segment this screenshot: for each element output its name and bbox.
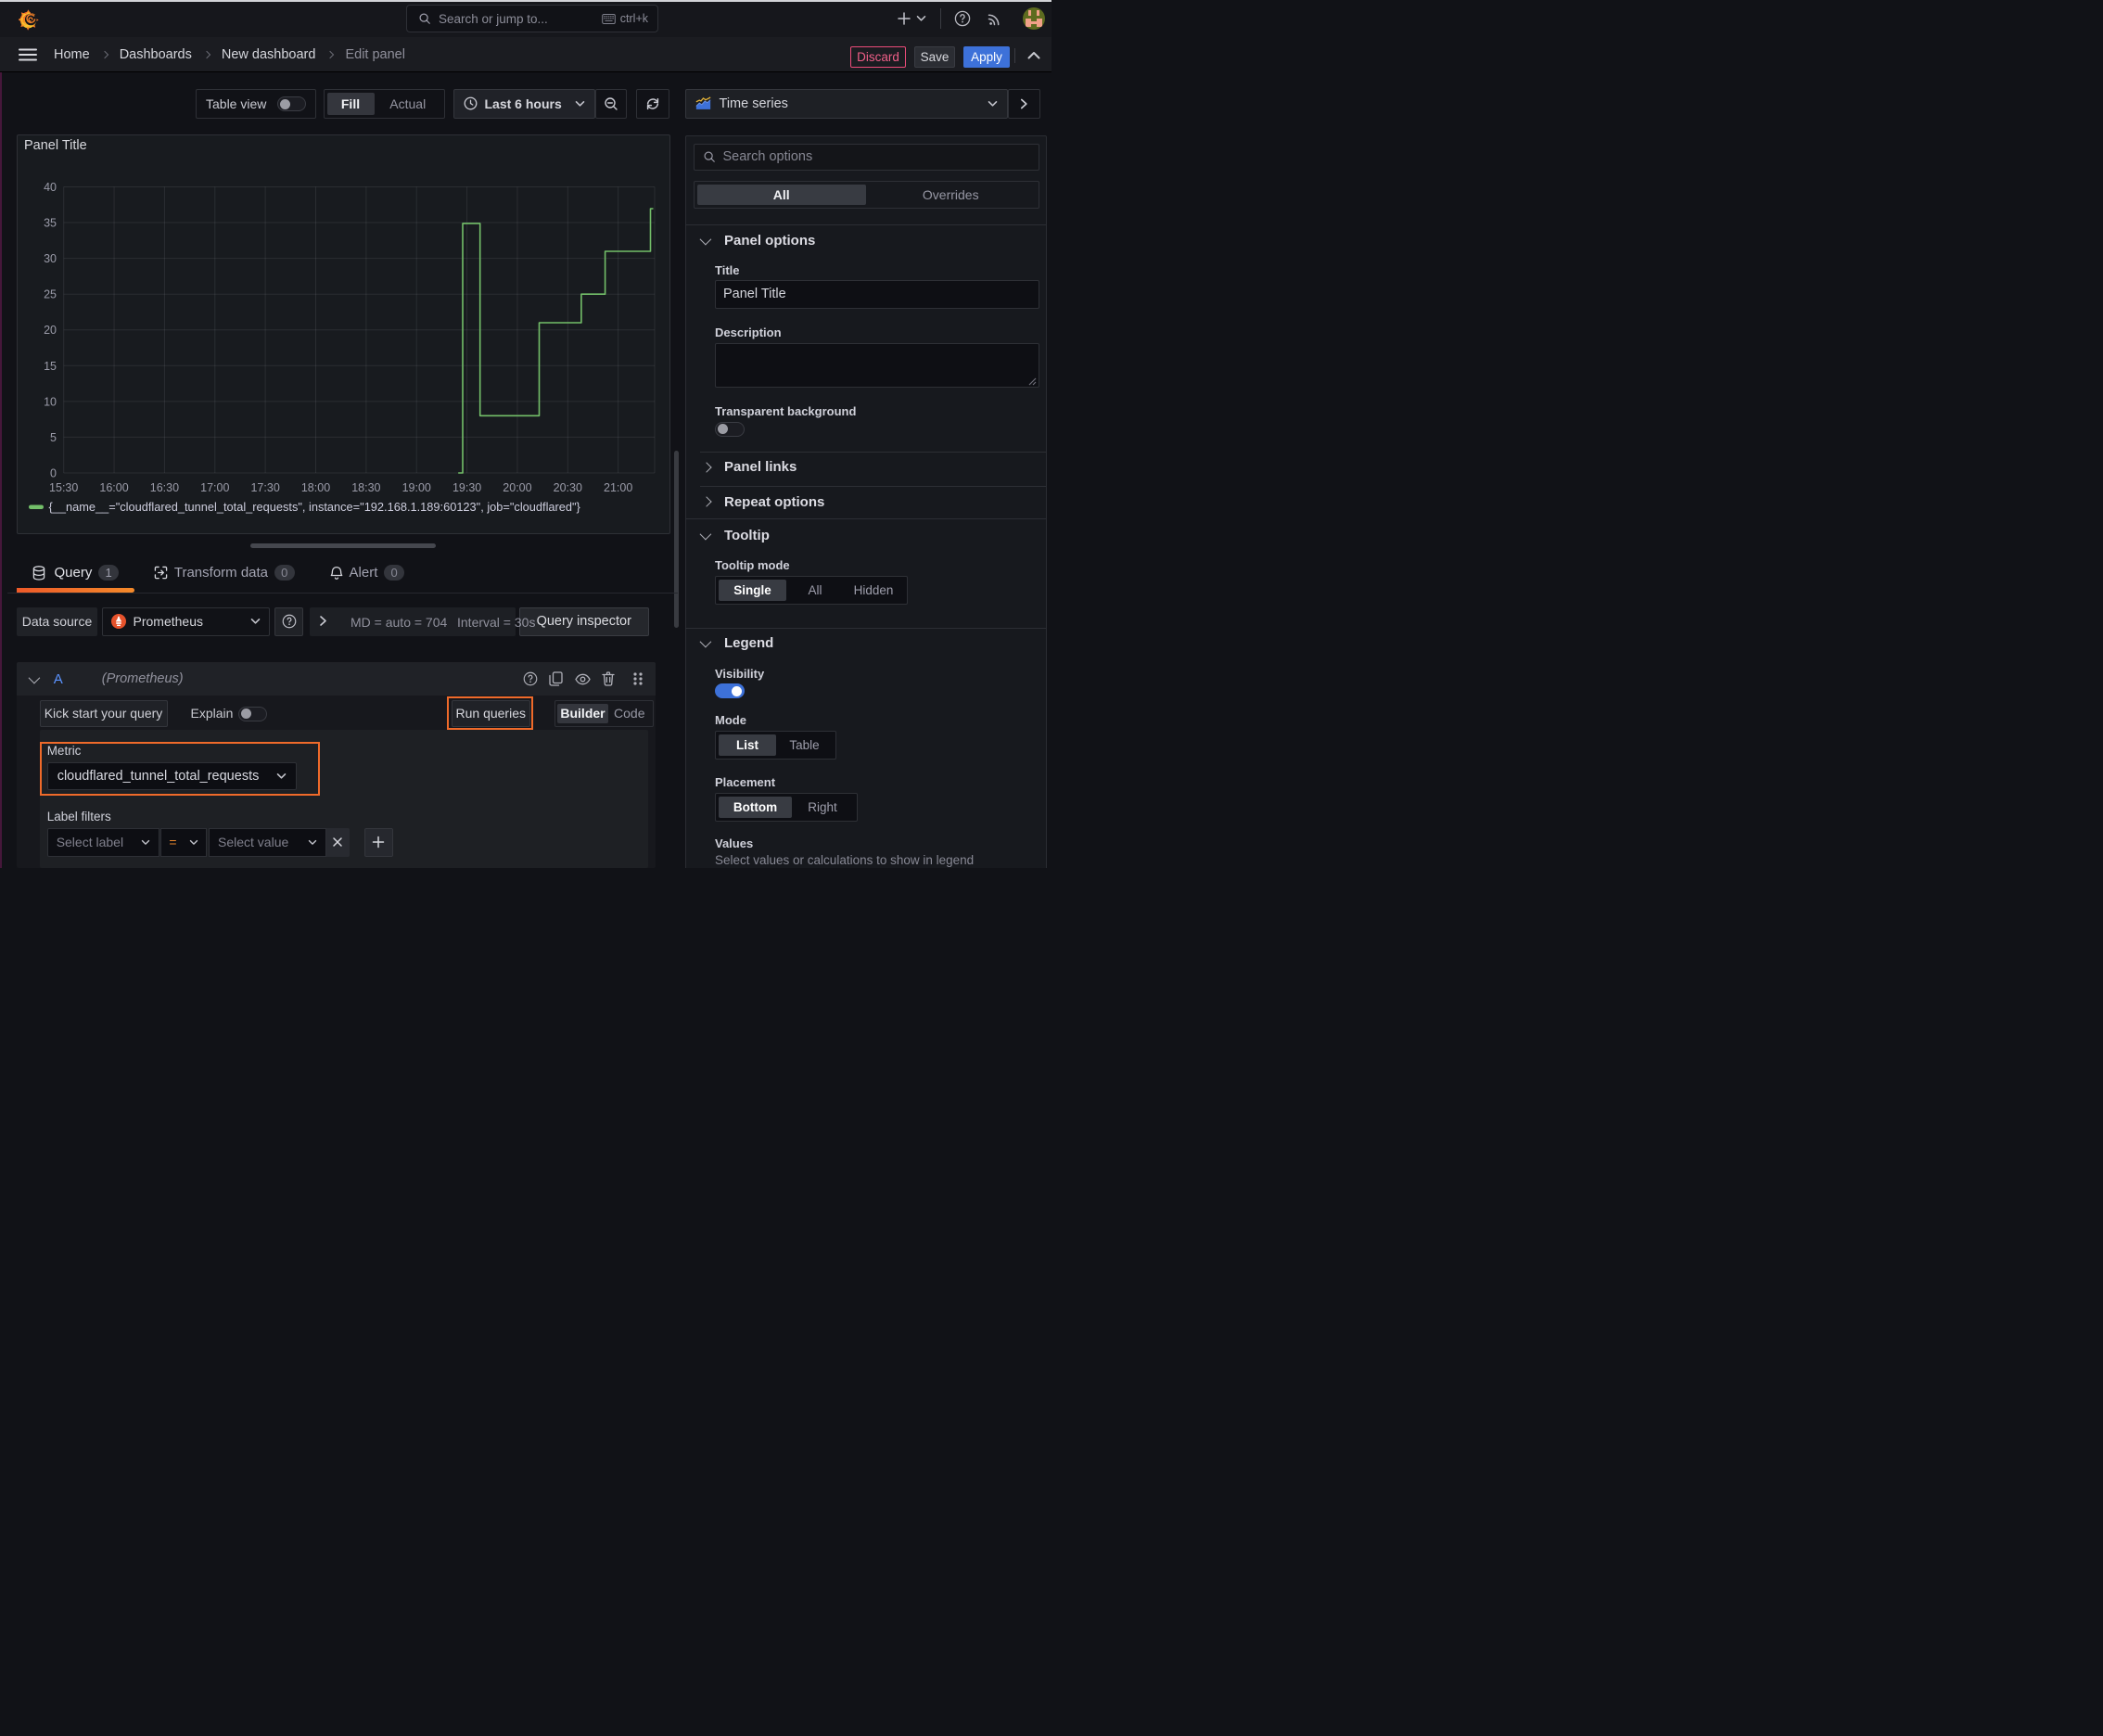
svg-text:15:30: 15:30 bbox=[49, 481, 78, 494]
svg-text:0: 0 bbox=[50, 467, 57, 480]
svg-text:30: 30 bbox=[44, 252, 57, 265]
svg-text:19:30: 19:30 bbox=[452, 481, 481, 494]
svg-text:19:00: 19:00 bbox=[402, 481, 431, 494]
svg-text:15: 15 bbox=[44, 360, 57, 373]
svg-text:18:30: 18:30 bbox=[351, 481, 380, 494]
svg-text:20: 20 bbox=[44, 324, 57, 337]
svg-text:16:30: 16:30 bbox=[150, 481, 179, 494]
svg-text:17:00: 17:00 bbox=[200, 481, 229, 494]
svg-text:20:00: 20:00 bbox=[503, 481, 531, 494]
svg-text:40: 40 bbox=[44, 181, 57, 194]
svg-text:10: 10 bbox=[44, 395, 57, 408]
svg-text:{__name__="cloudflared_tunnel_: {__name__="cloudflared_tunnel_total_requ… bbox=[49, 500, 581, 514]
svg-text:25: 25 bbox=[44, 288, 57, 301]
svg-text:17:30: 17:30 bbox=[250, 481, 279, 494]
svg-text:21:00: 21:00 bbox=[604, 481, 632, 494]
svg-text:5: 5 bbox=[50, 431, 57, 444]
svg-text:20:30: 20:30 bbox=[554, 481, 582, 494]
svg-text:35: 35 bbox=[44, 217, 57, 230]
svg-text:16:00: 16:00 bbox=[99, 481, 128, 494]
svg-text:18:00: 18:00 bbox=[301, 481, 330, 494]
